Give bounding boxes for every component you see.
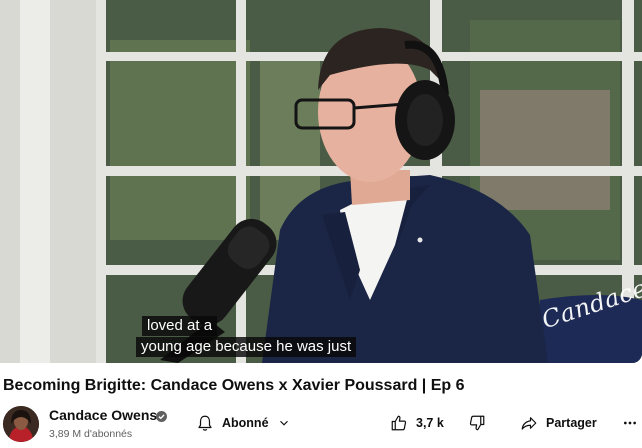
- channel-avatar[interactable]: [3, 406, 39, 442]
- subscriber-count: 3,89 M d'abonnés: [49, 428, 133, 440]
- chevron-down-icon: [277, 416, 291, 430]
- share-button[interactable]: Partager: [520, 408, 597, 438]
- subscribed-button[interactable]: Abonné: [196, 408, 296, 438]
- share-label: Partager: [546, 416, 597, 430]
- subtitle-line: young age because he was just: [136, 337, 357, 357]
- like-count: 3,7 k: [416, 416, 444, 430]
- thumb-up-icon: [390, 414, 408, 432]
- more-actions-button[interactable]: [622, 408, 638, 438]
- channel-row: Candace Owens 3,89 M d'abonnés Abonné 3,…: [0, 404, 642, 448]
- bell-icon: [196, 414, 214, 432]
- subscribed-label: Abonné: [222, 416, 269, 430]
- like-button[interactable]: 3,7 k: [390, 408, 444, 438]
- thumb-down-icon: [468, 414, 486, 432]
- more-icon: [622, 415, 638, 431]
- subtitle-line: loved at a: [142, 316, 218, 336]
- video-title: Becoming Brigitte: Candace Owens x Xavie…: [3, 377, 465, 394]
- subtitles: loved at a young age because he was just: [136, 316, 357, 358]
- dislike-button[interactable]: [468, 408, 486, 438]
- share-icon: [520, 414, 538, 432]
- video-player[interactable]: loved at a young age because he was just…: [0, 0, 642, 363]
- verified-icon: [156, 409, 167, 422]
- channel-name[interactable]: Candace Owens: [49, 407, 157, 423]
